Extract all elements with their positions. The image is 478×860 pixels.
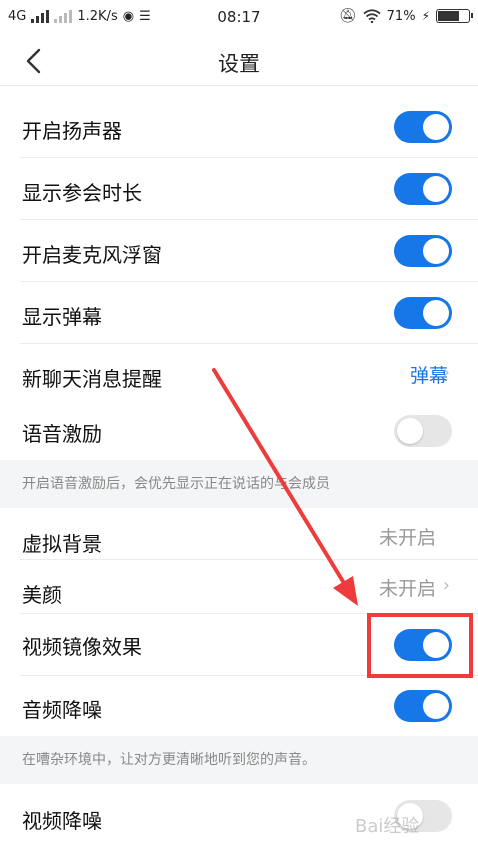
watermark: Bai经验 — [355, 816, 420, 837]
annotation-arrow — [212, 368, 358, 606]
annotation-highlight-box — [367, 613, 473, 678]
